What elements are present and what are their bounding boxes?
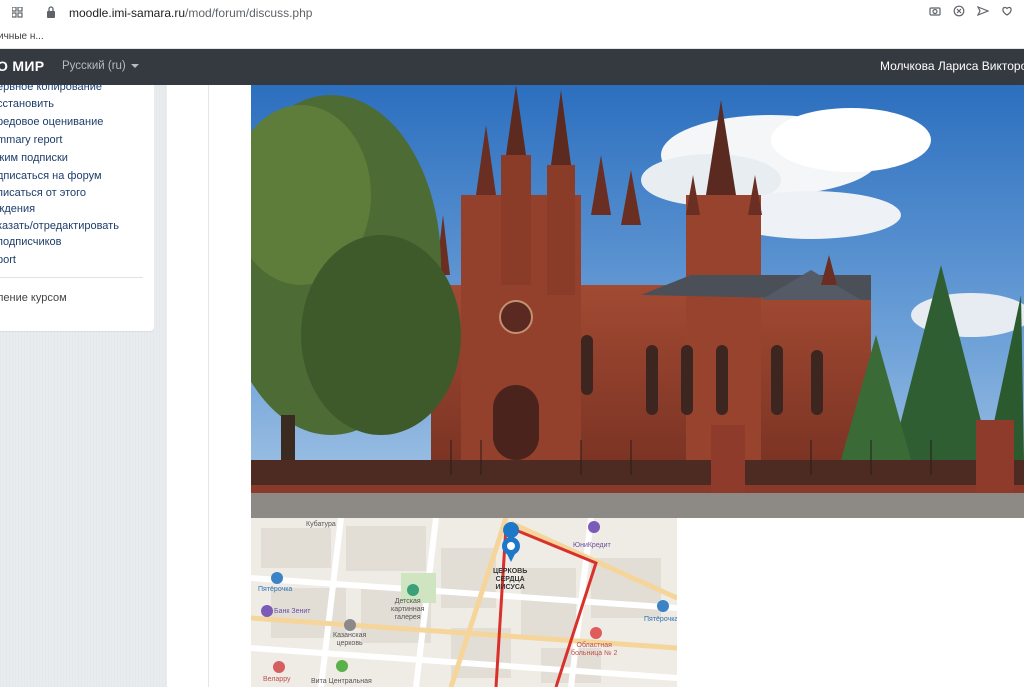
map-label-pyaterochka-2: Пятёрочка [644, 616, 677, 623]
map-label-velarru: Веларру [263, 676, 291, 683]
caret-down-icon [130, 63, 139, 68]
map-label-unicredit: ЮниКредит [573, 542, 611, 549]
menu-item-restore[interactable]: сстановить [0, 98, 54, 110]
menu-item-show-subscribers-cont[interactable]: подписчиков [0, 236, 62, 248]
menu-item-course-admin[interactable]: ление курсом [0, 292, 67, 304]
site-navbar: О МИР Русский (ru) Молчкова Лариса Викто… [0, 49, 1024, 85]
map-label-kubatura: Кубатура [306, 521, 336, 528]
map-label-hospital: Областная больница № 2 [571, 642, 618, 657]
site-brand[interactable]: О МИР [0, 58, 44, 74]
menu-item-summary-report[interactable]: mmary report [0, 134, 62, 146]
menu-item-backup[interactable]: ервное копирование [0, 81, 102, 93]
lock-icon[interactable] [46, 6, 56, 18]
camera-icon[interactable] [928, 5, 942, 19]
browser-toolbar: moodle.imi-samara.ru/mod/forum/discuss.p… [0, 0, 1024, 25]
url-path: /mod/forum/discuss.php [185, 6, 313, 20]
bookmark-item[interactable]: ичные н... [0, 31, 44, 42]
send-icon[interactable] [976, 5, 990, 19]
cathedral-photo [251, 85, 1024, 518]
map-label-kazan: Казанская церковь [333, 632, 367, 647]
menu-item-unsubscribe-discussion-cont[interactable]: ждения [0, 203, 35, 215]
map-label-bank: Банк Зенит [274, 608, 311, 615]
apps-grid-icon[interactable] [12, 7, 23, 18]
map-label-church: ЦЕРКОВЬ СЕРДЦА ИИСУСА [493, 568, 528, 591]
address-bar[interactable]: moodle.imi-samara.ru/mod/forum/discuss.p… [69, 6, 312, 20]
menu-item-show-subscribers[interactable]: казать/отредактировать [0, 220, 119, 232]
menu-item-subscribe-forum[interactable]: дписаться на форум [0, 170, 102, 182]
menu-item-export[interactable]: port [0, 254, 16, 266]
location-map[interactable]: Кубатура ЮниКредит ЦЕРКОВЬ СЕРДЦА ИИСУСА… [251, 518, 677, 687]
user-menu[interactable]: Молчкова Лариса Викторовна [880, 59, 1024, 73]
menu-item-subscription-mode[interactable]: жим подписки [0, 152, 68, 164]
menu-item-advanced-grading[interactable]: редовое оценивание [0, 116, 103, 128]
language-label: Русский (ru) [62, 60, 126, 72]
content-gutter [167, 85, 209, 687]
heart-icon[interactable] [1000, 5, 1014, 19]
menu-divider [0, 277, 143, 278]
map-label-pyaterochka-1: Пятёрочка [258, 586, 293, 593]
menu-item-unsubscribe-discussion[interactable]: писаться от этого [0, 187, 86, 199]
block-icon[interactable] [952, 5, 966, 19]
bookmarks-bar: ичные н... [0, 25, 1024, 49]
map-label-gallery: Детская картинная галерея [391, 598, 425, 621]
language-menu[interactable]: Русский (ru) [62, 60, 139, 72]
url-domain: moodle.imi-samara.ru [69, 6, 186, 20]
map-label-vita: Вита Центральная [311, 678, 372, 685]
